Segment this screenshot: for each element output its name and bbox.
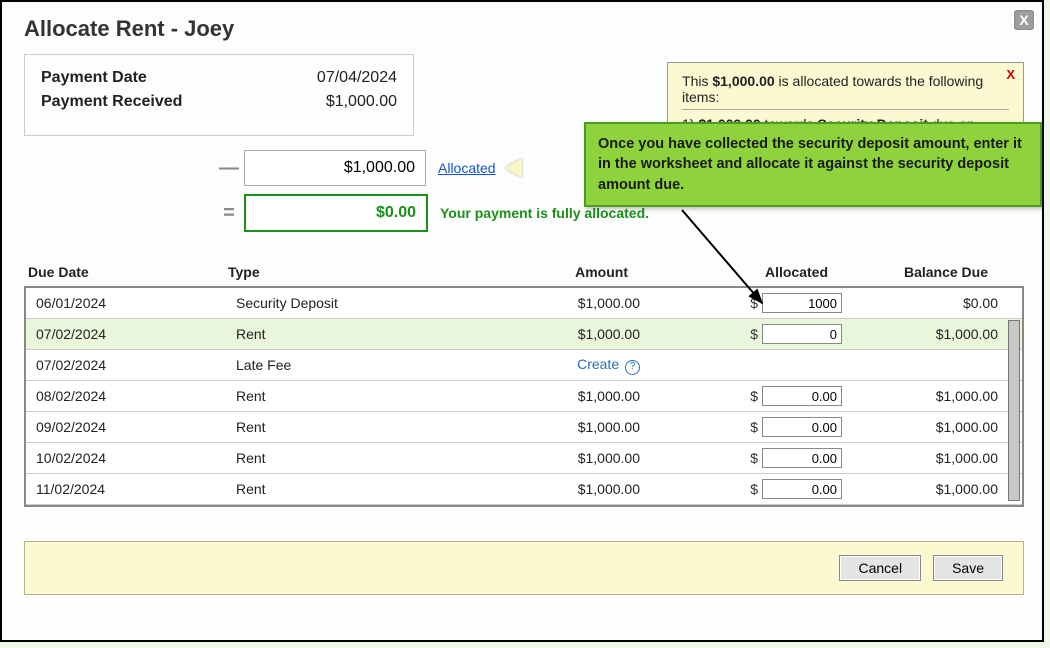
cell-due-date: 09/02/2024 — [26, 419, 226, 435]
cell-allocated: $ — [646, 386, 846, 406]
table-body: 06/01/2024Security Deposit$1,000.00$$0.0… — [24, 286, 1024, 507]
remaining-amount-display: $0.00 — [244, 194, 428, 232]
cell-amount: $1,000.00 — [426, 388, 646, 404]
col-type: Type — [228, 264, 428, 280]
minus-icon: — — [214, 157, 244, 180]
info-divider — [682, 109, 1009, 110]
cell-due-date: 07/02/2024 — [26, 357, 226, 373]
dollar-sign: $ — [750, 450, 758, 466]
dollar-sign: $ — [750, 388, 758, 404]
table-row: 06/01/2024Security Deposit$1,000.00 $ $0.0… — [26, 288, 1022, 319]
info-panel-close-icon[interactable]: X — [1006, 67, 1015, 82]
cell-allocated: $ — [646, 448, 846, 468]
cell-amount: $1,000.00 — [426, 295, 646, 311]
cell-amount: $1,000.00 — [426, 419, 646, 435]
table-row: 08/02/2024Rent$1,000.00$$1,000.00 — [26, 381, 1022, 412]
cell-type: Rent — [226, 326, 426, 342]
allocated-amount-display: $1,000.00 — [244, 150, 426, 186]
save-button[interactable]: Save — [933, 555, 1003, 581]
allocated-input[interactable] — [762, 293, 842, 313]
dollar-sign: $ — [750, 326, 758, 342]
table-row: 09/02/2024Rent$1,000.00$$1,000.00 — [26, 412, 1022, 443]
payment-received-value: $1,000.00 — [326, 93, 397, 111]
cell-type: Rent — [226, 388, 426, 404]
table-header: Due Date Type Amount Allocated Balance D… — [24, 258, 1024, 286]
cell-type: Rent — [226, 481, 426, 497]
cell-balance: $1,000.00 — [846, 450, 1006, 466]
cell-due-date: 11/02/2024 — [26, 481, 226, 497]
cell-balance: $1,000.00 — [846, 326, 1006, 342]
dollar-sign: $ — [750, 295, 758, 311]
cell-balance: $1,000.00 — [846, 419, 1006, 435]
create-late-fee-link[interactable]: Create ? — [426, 356, 646, 375]
payment-summary-box: Payment Date 07/04/2024 Payment Received… — [24, 54, 414, 136]
cell-type: Rent — [226, 419, 426, 435]
cell-due-date: 06/01/2024 — [26, 295, 226, 311]
fully-allocated-message: Your payment is fully allocated. — [440, 205, 649, 221]
cell-type: Rent — [226, 450, 426, 466]
cancel-button[interactable]: Cancel — [839, 555, 921, 581]
cell-balance: $0.00 — [846, 295, 1006, 311]
cell-amount: $1,000.00 — [426, 326, 646, 342]
table-row: 07/02/2024Rent$1,000.00$$1,000.00 — [26, 319, 1022, 350]
instruction-callout: Once you have collected the security dep… — [584, 122, 1042, 207]
cell-due-date: 07/02/2024 — [26, 326, 226, 342]
cell-amount: $1,000.00 — [426, 450, 646, 466]
payment-date-value: 07/04/2024 — [317, 69, 397, 87]
cell-due-date: 08/02/2024 — [26, 388, 226, 404]
col-due-date: Due Date — [28, 264, 228, 280]
cell-allocated: $ — [646, 479, 846, 499]
allocated-link[interactable]: Allocated — [438, 160, 496, 176]
equals-icon: = — [214, 202, 244, 225]
callout-pointer-icon — [504, 158, 522, 178]
dollar-sign: $ — [750, 419, 758, 435]
help-icon[interactable]: ? — [625, 360, 640, 375]
footer-bar: Cancel Save — [24, 541, 1024, 595]
dialog-title: Allocate Rent - Joey — [24, 16, 1024, 42]
cell-type: Security Deposit — [226, 295, 426, 311]
dollar-sign: $ — [750, 481, 758, 497]
cell-amount: $1,000.00 — [426, 481, 646, 497]
col-amount: Amount — [428, 264, 648, 280]
cell-allocated: $ — [646, 324, 846, 344]
table-row: 07/02/2024Late FeeCreate ? — [26, 350, 1022, 381]
payment-date-label: Payment Date — [41, 69, 147, 87]
col-balance: Balance Due — [848, 264, 1008, 280]
allocated-input[interactable] — [762, 479, 842, 499]
allocated-input[interactable] — [762, 417, 842, 437]
payment-received-label: Payment Received — [41, 93, 182, 111]
col-allocated: Allocated — [648, 264, 848, 280]
dialog-close-icon[interactable]: X — [1014, 10, 1034, 30]
allocated-input[interactable] — [762, 324, 842, 344]
cell-balance: $1,000.00 — [846, 481, 1006, 497]
table-row: 10/02/2024Rent$1,000.00$$1,000.00 — [26, 443, 1022, 474]
table-row: 11/02/2024Rent$1,000.00$$1,000.00 — [26, 474, 1022, 505]
cell-type: Late Fee — [226, 357, 426, 373]
allocated-input[interactable] — [762, 448, 842, 468]
allocated-input[interactable] — [762, 386, 842, 406]
cell-allocated: $ — [646, 417, 846, 437]
info-line-1: This $1,000.00 is allocated towards the … — [682, 73, 1009, 105]
cell-allocated: $ — [646, 293, 846, 313]
cell-balance: $1,000.00 — [846, 388, 1006, 404]
cell-due-date: 10/02/2024 — [26, 450, 226, 466]
